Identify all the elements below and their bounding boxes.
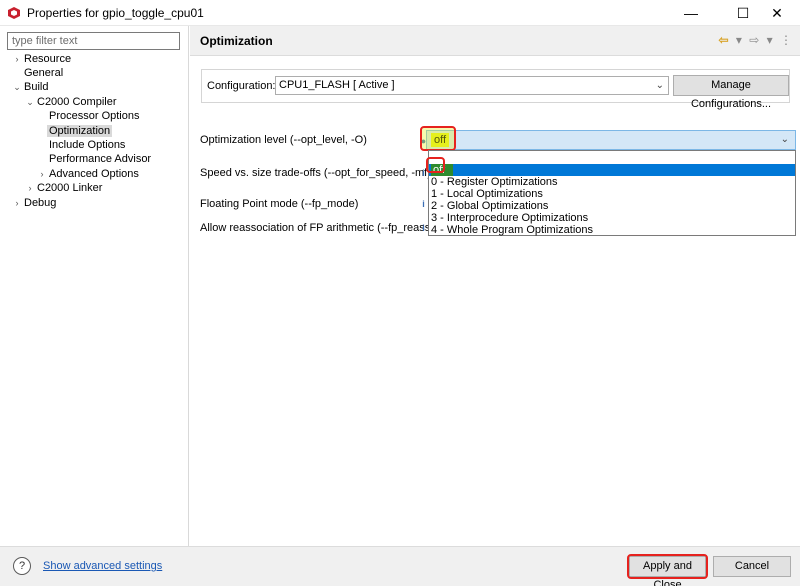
- configuration-group: Configuration: CPU1_FLASH [ Active ] ⌄ M…: [201, 69, 790, 110]
- dropdown-option-o4[interactable]: 4 - Whole Program Optimizations: [429, 224, 795, 236]
- configuration-select[interactable]: CPU1_FLASH [ Active ] ⌄: [275, 76, 669, 95]
- dropdown-option-o0[interactable]: 0 - Register Optimizations: [429, 176, 795, 188]
- dropdown-option-o1[interactable]: 1 - Local Optimizations: [429, 188, 795, 200]
- speed-size-label: Speed vs. size trade-offs (--opt_for_spe…: [200, 167, 431, 179]
- page-header: Optimization ⇦ ▾ ⇨ ▾ ⋮: [190, 26, 800, 56]
- tree-item-c2000-linker[interactable]: › C2000 Linker: [29, 181, 103, 195]
- chevron-right-icon[interactable]: ›: [25, 181, 35, 195]
- tree-item-build[interactable]: ⌄ Build: [13, 80, 48, 94]
- dropdown-option-o2[interactable]: 2 - Global Optimizations: [429, 200, 795, 212]
- app-icon: [8, 7, 20, 19]
- forward-menu-chevron-icon[interactable]: ▾: [767, 33, 773, 47]
- tree-item-processor-options[interactable]: Processor Options: [49, 109, 139, 123]
- chevron-down-icon[interactable]: ⌄: [25, 95, 35, 109]
- chevron-down-icon: ⌄: [655, 80, 664, 91]
- close-icon[interactable]: ✕: [754, 0, 800, 26]
- show-advanced-settings-link[interactable]: Show advanced settings: [43, 560, 162, 572]
- annotation-highlight: [627, 554, 708, 579]
- chevron-down-icon[interactable]: ⌄: [12, 80, 22, 94]
- back-menu-chevron-icon[interactable]: ▾: [736, 33, 742, 47]
- filter-input[interactable]: [7, 32, 180, 50]
- chevron-down-icon: ⌄: [780, 134, 789, 145]
- fp-reassoc-label: Allow reassociation of FP arithmetic (--…: [200, 222, 446, 234]
- manage-configurations-button[interactable]: Manage Configurations...: [673, 75, 789, 110]
- info-icon[interactable]: i: [419, 224, 428, 233]
- forward-arrow-icon[interactable]: ⇨: [749, 33, 759, 47]
- dropdown-option-empty[interactable]: [429, 152, 795, 164]
- tree-item-advanced-options[interactable]: › Advanced Options: [41, 167, 139, 181]
- chevron-right-icon[interactable]: ›: [12, 196, 22, 210]
- minimize-icon[interactable]: —: [668, 0, 714, 26]
- tree-item-include-options[interactable]: Include Options: [49, 138, 125, 152]
- nav-toolbar: ⇦ ▾ ⇨ ▾ ⋮: [714, 33, 792, 47]
- cancel-button[interactable]: Cancel: [713, 556, 791, 577]
- dropdown-option-off[interactable]: off: [429, 164, 795, 176]
- back-arrow-icon[interactable]: ⇦: [718, 33, 728, 47]
- configuration-label: Configuration:: [207, 80, 276, 92]
- tree-item-c2000-compiler[interactable]: ⌄ C2000 Compiler: [26, 95, 116, 109]
- opt-level-label: Optimization level (--opt_level, -O): [200, 134, 367, 146]
- chevron-right-icon[interactable]: ›: [37, 167, 47, 181]
- page-title: Optimization: [200, 34, 273, 48]
- view-menu-icon[interactable]: ⋮: [780, 33, 792, 47]
- tree-item-optimization[interactable]: Optimization: [47, 124, 113, 138]
- annotation-highlight: [426, 157, 445, 173]
- fp-mode-label: Floating Point mode (--fp_mode): [200, 198, 359, 210]
- help-icon[interactable]: ?: [13, 557, 31, 575]
- tree-item-performance-advisor[interactable]: Performance Advisor: [49, 152, 151, 166]
- properties-content-pane: Optimization ⇦ ▾ ⇨ ▾ ⋮ Configuration: CP…: [190, 26, 800, 546]
- opt-level-dropdown-list[interactable]: off 0 - Register Optimizations 1 - Local…: [428, 150, 796, 236]
- properties-tree-pane: › Resource General ⌄ Build ⌄ C2000 Compi…: [0, 26, 189, 546]
- chevron-right-icon[interactable]: ›: [12, 52, 22, 66]
- opt-level-select[interactable]: off ⌄: [426, 130, 796, 150]
- window-title: Properties for gpio_toggle_cpu01: [27, 6, 204, 20]
- tree-item-general[interactable]: General: [24, 66, 63, 80]
- title-bar: Properties for gpio_toggle_cpu01 — ☐ ✕: [0, 0, 800, 26]
- info-icon[interactable]: i: [419, 200, 428, 209]
- tree-item-debug[interactable]: › Debug: [16, 196, 57, 210]
- footer-bar: ? Show advanced settings Apply and Close…: [0, 546, 800, 586]
- dropdown-option-o3[interactable]: 3 - Interprocedure Optimizations: [429, 212, 795, 224]
- annotation-highlight: [420, 126, 456, 151]
- tree-item-resource[interactable]: › Resource: [16, 52, 72, 66]
